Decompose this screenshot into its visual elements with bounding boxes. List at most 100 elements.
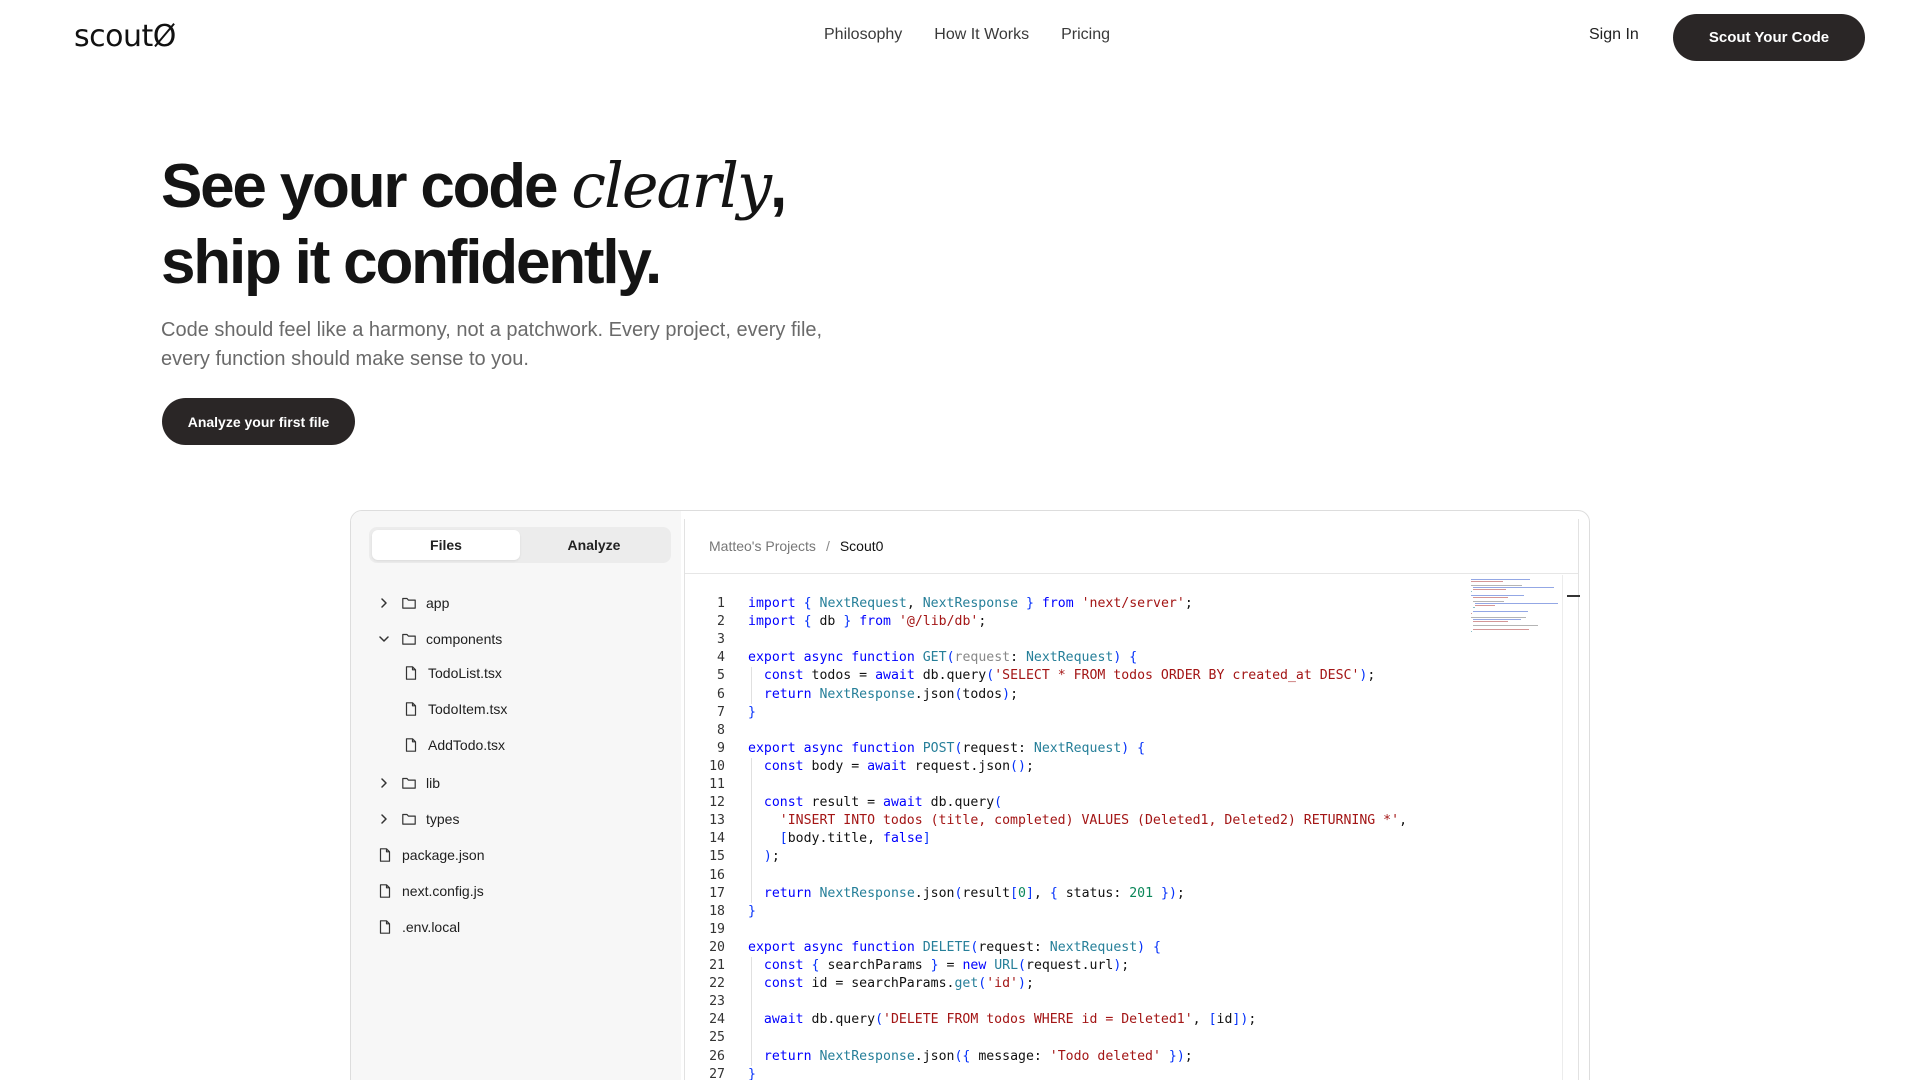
scout-your-code-button[interactable]: Scout Your Code [1673,14,1865,61]
tree-folder-app[interactable]: app [377,591,449,615]
tree-folder-components[interactable]: components [377,627,502,651]
line-number: 13 [709,813,725,829]
code-line: 1 import { NextRequest, NextResponse } fr… [685,595,1193,613]
nav-link-pricing[interactable]: Pricing [1061,26,1110,44]
nav-link-philosophy[interactable]: Philosophy [824,26,902,44]
indent-guide [751,667,752,704]
folder-icon [402,813,416,825]
code-line: 21 const { searchParams } = new URL(requ… [685,957,1129,975]
chevron-right-icon [381,778,387,788]
line-source: const body = await request.json(); [763,758,1034,774]
line-number: 27 [709,1066,725,1080]
minimap-line [1472,607,1475,609]
tab-analyze[interactable]: Analyze [520,530,668,560]
line-source: return NextResponse.json({ message: 'Tod… [763,1048,1193,1064]
minimap-line [1472,597,1509,599]
nav-links: Philosophy How It Works Pricing [824,26,1110,44]
line-source: import { NextRequest, NextResponse } fro… [748,596,1193,611]
analyze-first-file-button[interactable]: Analyze your first file [162,398,355,445]
code-line: 7} [685,704,756,722]
hero-title-line2: ship it confidently. [161,228,662,297]
sidebar-tab-toggle: Files Analyze [369,527,671,563]
minimap-line [1472,625,1538,627]
tree-file-package-json[interactable]: package.json [377,843,485,867]
line-number: 10 [709,758,725,774]
minimap-line [1474,605,1495,607]
line-number: 11 [709,777,725,792]
code-line: 27} [685,1066,756,1080]
hero-subtitle: Code should feel like a harmony, not a p… [161,319,823,370]
minimap-line [1472,621,1509,623]
folder-icon [402,777,416,789]
minimap-line [1471,631,1473,633]
line-source: return NextResponse.json(todos); [763,686,1019,702]
editor-scroll-thumb[interactable] [1567,595,1580,597]
code-line: 14 [body.title, false] [685,830,931,848]
code-line: 18} [685,903,756,921]
hero-title: See your code clearly, ship it confidentl… [161,148,787,301]
line-source: [body.title, false] [779,831,931,847]
line-number: 25 [709,1030,725,1046]
line-number: 18 [709,903,725,919]
line-number: 15 [709,849,725,865]
line-number: 8 [717,722,725,738]
tree-file-todoitem[interactable]: TodoItem.tsx [403,697,507,721]
tab-files[interactable]: Files [372,530,520,560]
tree-folder-types[interactable]: types [377,807,459,831]
line-source: ); [763,849,780,865]
line-number: 17 [709,885,725,901]
code-editor: Matteo's Projects / Scout0 1 import { Nex… [684,519,1580,1080]
code-line: 11 [685,776,725,794]
code-line: 20 export async function DELETE(request: … [685,939,1161,957]
code-line: 25 [685,1029,725,1047]
logo[interactable]: scoutØ [74,19,176,54]
line-number: 6 [717,686,725,702]
minimap-line [1472,589,1507,591]
tree-file-todolist[interactable]: TodoList.tsx [403,661,502,685]
tree-item-label: .env.local [402,919,461,935]
minimap-line [1471,591,1473,593]
tree-item-label: TodoItem.tsx [428,701,508,717]
file-icon [379,848,391,862]
line-source: const id = searchParams.get('id'); [763,976,1034,992]
line-number: 22 [709,976,725,992]
editor-header: Matteo's Projects / Scout0 [685,519,1578,574]
line-source: await db.query('DELETE FROM todos WHERE … [763,1012,1257,1028]
code-line: 2 import { db } from '@/lib/db'; [685,613,986,631]
tree-folder-lib[interactable]: lib [377,771,440,795]
code-line: 9 export async function POST(request: Nex… [685,740,1145,758]
chevron-right-icon [381,814,387,824]
line-number: 5 [717,668,725,684]
app-preview: Files Analyze app components TodoList.ts… [350,510,1590,1080]
line-number: 20 [709,939,725,955]
line-number: 23 [709,994,725,1010]
line-source: return NextResponse.json(result[0], { st… [763,885,1185,901]
tree-item-label: next.config.js [402,883,484,899]
breadcrumb: Matteo's Projects / Scout0 [709,538,883,554]
minimap-line [1471,613,1473,615]
code-line: 6 return NextResponse.json(todos); [685,686,1018,704]
code-line: 10 const body = await request.json(); [685,758,1034,776]
code-line: 12 const result = await db.query( [685,794,1002,812]
hero-title-comma: , [769,152,787,221]
tree-item-label: TodoList.tsx [428,665,502,681]
line-number: 16 [709,867,725,883]
code-minimap[interactable] [1471,579,1566,635]
sign-in-link[interactable]: Sign In [1589,26,1639,44]
breadcrumb-parent[interactable]: Matteo's Projects [709,538,816,554]
code-line: 5 const todos = await db.query('SELECT *… [685,667,1375,685]
code-line: 22 const id = searchParams.get('id'); [685,975,1034,993]
tree-file-next-config[interactable]: next.config.js [377,879,484,903]
code-line: 3 [685,631,725,649]
tree-item-label: types [426,811,460,827]
tree-file-addtodo[interactable]: AddTodo.tsx [403,733,505,757]
file-icon [379,884,391,898]
tree-item-label: components [426,631,503,647]
tree-file-env-local[interactable]: .env.local [377,915,460,939]
line-source: const result = await db.query( [763,795,1003,811]
line-number: 19 [709,921,725,937]
editor-scrollbar[interactable] [1562,575,1563,1080]
line-number: 26 [709,1048,725,1064]
breadcrumb-separator: / [825,538,830,554]
nav-link-how-it-works[interactable]: How It Works [934,26,1029,44]
